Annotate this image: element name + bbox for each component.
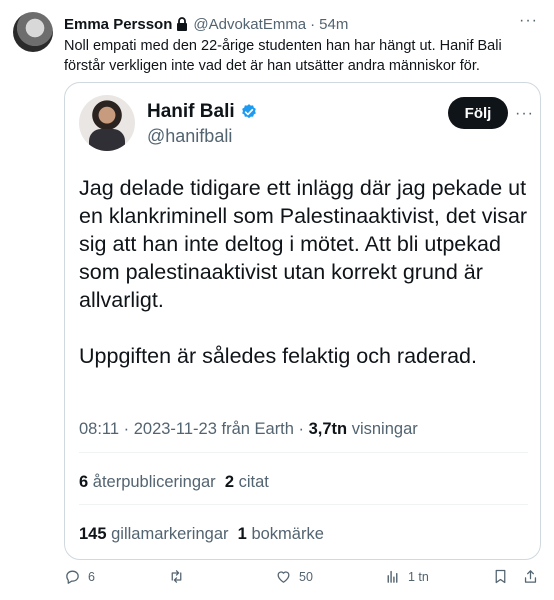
separator-dot: ·	[310, 15, 316, 33]
reply-count: 6	[88, 569, 95, 584]
quoted-tweet-meta: 08:11 · 2023-11-23 från Earth · 3,7tn vi…	[79, 420, 418, 439]
views-button[interactable]: 1 tn	[384, 568, 429, 585]
author-handle[interactable]: @AdvokatEmma	[193, 16, 306, 33]
reposts-stat[interactable]: 6 återpubliceringar	[79, 473, 216, 491]
author-name[interactable]: Emma Persson	[64, 16, 172, 33]
quoted-paragraph-2: Uppgiften är således felaktig och radera…	[79, 344, 477, 368]
likes-stat[interactable]: 145 gillamarkeringar	[79, 525, 229, 543]
views-count-action: 1 tn	[408, 569, 429, 584]
bookmarks-count: 1	[237, 525, 247, 543]
verified-badge-icon	[241, 104, 256, 119]
bookmarks-stat[interactable]: 1 bokmärke	[238, 525, 324, 543]
reposts-label: återpubliceringar	[88, 473, 216, 491]
likes-count: 145	[79, 525, 107, 543]
quoted-tweet-card[interactable]: Hanif Bali @hanifbali Följ ··· Jag delad…	[64, 82, 541, 560]
like-count: 50	[299, 569, 313, 584]
bookmark-button[interactable]	[492, 568, 516, 585]
quoted-author-handle[interactable]: @hanifbali	[147, 126, 232, 147]
quoted-tweet-text: Jag delade tidigare ett inlägg där jag p…	[79, 174, 529, 370]
likes-bookmarks-stats: 145 gillamarkeringar 1 bokmärke	[79, 525, 324, 544]
bookmark-icon	[495, 569, 506, 584]
quoted-tweet-timestamp[interactable]: 08:11 · 2023-11-23 från Earth ·	[79, 420, 309, 438]
reposts-quotes-stats: 6 återpubliceringar 2 citat	[79, 473, 269, 492]
action-bar: 6 50 1 tn	[64, 568, 541, 590]
quoted-author-name-row: Hanif Bali	[147, 101, 258, 123]
quotes-stat[interactable]: 2 citat	[225, 473, 269, 491]
follow-button[interactable]: Följ	[448, 97, 508, 129]
more-options-icon[interactable]: ···	[519, 13, 538, 29]
analytics-icon	[387, 570, 398, 583]
quoted-more-options-icon[interactable]: ···	[515, 106, 534, 122]
quoted-author-avatar[interactable]	[79, 95, 135, 151]
views-label: visningar	[347, 420, 418, 438]
divider	[79, 452, 528, 453]
tweet-text: Noll empati med den 22-årige studenten h…	[64, 38, 502, 74]
likes-label: gillamarkeringar	[106, 525, 229, 543]
share-button[interactable]	[522, 568, 546, 585]
like-button[interactable]: 50	[275, 568, 313, 585]
quoted-author-name[interactable]: Hanif Bali	[147, 101, 235, 123]
author-avatar[interactable]	[13, 12, 53, 52]
retweet-button[interactable]	[168, 568, 192, 585]
divider	[79, 504, 528, 505]
quoted-paragraph-1: Jag delade tidigare ett inlägg där jag p…	[79, 176, 528, 312]
reply-icon	[66, 570, 79, 584]
bookmarks-label: bokmärke	[246, 525, 324, 543]
reply-button[interactable]: 6	[64, 568, 95, 585]
tweet-header: Emma Persson @AdvokatEmma · 54m	[64, 14, 534, 34]
share-icon	[524, 570, 537, 583]
quotes-count: 2	[224, 473, 235, 491]
tweet-time[interactable]: 54m	[319, 16, 348, 33]
views-count: 3,7tn	[308, 420, 348, 438]
reposts-count: 6	[79, 473, 89, 491]
quotes-label: citat	[234, 473, 269, 491]
lock-icon	[177, 17, 188, 31]
quoted-author-avatar-body	[89, 129, 125, 151]
retweet-icon	[171, 570, 182, 583]
heart-icon	[277, 571, 290, 583]
